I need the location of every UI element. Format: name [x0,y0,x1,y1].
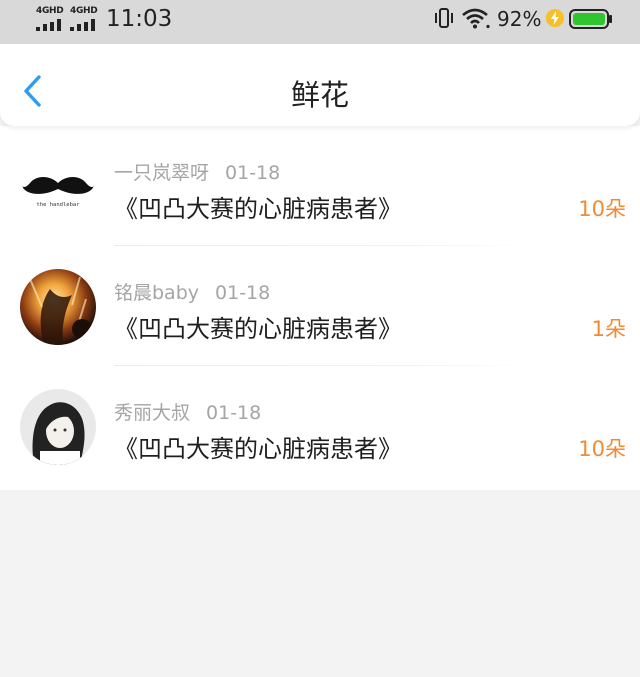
vibrate-icon [435,8,453,28]
username: 一只岚翠呀 [114,162,210,184]
wifi-icon [462,8,490,29]
username: 铭晨baby [114,282,200,304]
page-title: 鲜花 [290,78,349,112]
list-item[interactable]: the handlebar 一只岚翠呀 01-18 《凹凸大赛的心脏病患者》 10… [0,126,640,246]
post-date: 01-18 [215,282,271,304]
flower-count: 1朵 [591,317,626,341]
list-item[interactable]: 铭晨baby 01-18 《凹凸大赛的心脏病患者》 1朵 [0,246,640,366]
list-item[interactable]: 秀丽大叔 01-18 《凹凸大赛的心脏病患者》 10朵 [0,366,640,486]
network-type: 4GHD [36,6,64,16]
username: 秀丽大叔 [114,402,191,424]
avatar-photo [20,269,96,345]
battery-percent: 92% [497,7,542,31]
charging-icon [546,9,564,27]
item-title: 《凹凸大赛的心脏病患者》 [114,435,402,463]
post-date: 01-18 [225,162,281,184]
avatar[interactable] [20,269,96,345]
flower-count: 10朵 [578,197,626,221]
mustache-icon: the handlebar [20,149,96,225]
flower-list: the handlebar 一只岚翠呀 01-18 《凹凸大赛的心脏病患者》 10… [0,126,640,490]
avatar[interactable] [20,389,96,465]
item-title: 《凹凸大赛的心脏病患者》 [114,195,402,223]
avatar[interactable]: the handlebar [20,149,96,225]
flower-count: 10朵 [578,437,626,461]
item-title: 《凹凸大赛的心脏病患者》 [114,315,402,343]
avatar-photo [20,389,96,465]
battery-icon [569,9,612,29]
post-date: 01-18 [206,402,262,424]
avatar-logo-text: the handlebar [36,202,80,208]
network-type: 4GHD [70,6,98,16]
status-bar: 4GHD 4GHD 11:03 92% [0,0,640,44]
signal-icon: 4GHD [36,6,66,31]
nav-bar: 鲜花 [0,44,640,126]
signal-icon: 4GHD [70,6,100,31]
clock: 11:03 [106,6,173,32]
